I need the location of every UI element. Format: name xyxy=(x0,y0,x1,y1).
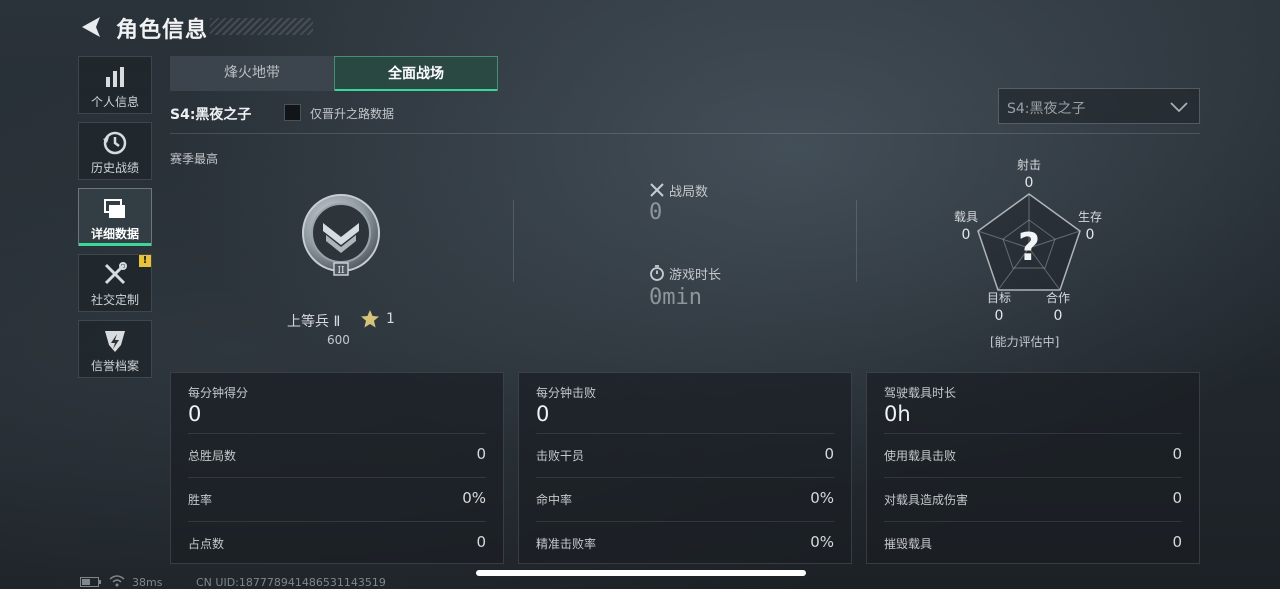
promotion-data-label[interactable]: 仅晋升之路数据 xyxy=(310,105,394,122)
nav-item-credit-record[interactable]: 信誉档案 xyxy=(78,320,152,378)
promotion-data-checkbox[interactable] xyxy=(284,104,301,121)
stat-label: 总胜局数 xyxy=(188,449,237,463)
season-best-label: 赛季最高 xyxy=(170,152,219,166)
stat-row: 精准击败率 0% xyxy=(536,521,834,566)
stat-value: 0 xyxy=(824,445,834,463)
stat-label: 命中率 xyxy=(536,493,573,507)
nav-item-label: 信誉档案 xyxy=(90,359,139,373)
stat-row: 占点数 0 xyxy=(188,521,486,566)
crossed-swords-icon xyxy=(650,183,664,197)
radar-label-shooting: 射击 xyxy=(1016,158,1041,172)
stat-label: 摧毁载具 xyxy=(884,537,933,551)
stat-row: 命中率 0% xyxy=(536,477,834,522)
card-value: 0 xyxy=(188,402,202,426)
star-icon xyxy=(361,310,379,328)
rank-name: 上等兵 Ⅱ xyxy=(287,314,341,330)
stat-row: 胜率 0% xyxy=(188,477,486,522)
stat-card-kills: 每分钟击败 0 击败干员 0 命中率 0% 精准击败率 0% xyxy=(518,372,852,564)
nav-item-detailed-data[interactable]: 详细数据 xyxy=(78,188,152,246)
nav-item-label: 社交定制 xyxy=(90,293,139,307)
stat-row: 对载具造成伤害 0 xyxy=(884,477,1182,522)
battery-icon xyxy=(80,577,101,587)
vertical-divider xyxy=(856,200,857,282)
stat-label: 击败干员 xyxy=(536,449,585,463)
credit-shield-icon xyxy=(105,331,125,352)
ping-text: 38ms xyxy=(132,576,163,589)
rank-medal-icon: II xyxy=(302,194,380,276)
tab-hazard-zone[interactable]: 烽火地带 xyxy=(170,56,334,91)
nav-item-social-customize[interactable]: 社交定制 ! xyxy=(78,254,152,312)
stat-value: 0 xyxy=(1172,489,1182,507)
stat-value: 0% xyxy=(462,489,486,507)
stat-row: 总胜局数 0 xyxy=(188,433,486,478)
rank-points: 600 xyxy=(327,333,350,347)
stat-row: 使用载具击败 0 xyxy=(884,433,1182,478)
season-dropdown[interactable]: S4:黑夜之子 xyxy=(998,88,1200,124)
stat-label: 使用载具击败 xyxy=(884,449,957,463)
stat-value: 0 xyxy=(1172,445,1182,463)
nav-item-label: 历史战绩 xyxy=(90,161,139,175)
home-indicator[interactable] xyxy=(476,570,806,576)
stat-value: 0 xyxy=(476,445,486,463)
nav-item-history[interactable]: 历史战绩 xyxy=(78,122,152,180)
history-clock-icon xyxy=(103,131,127,155)
nav-item-personal-info[interactable]: 个人信息 xyxy=(78,56,152,114)
radar-center-mark: ? xyxy=(1018,225,1040,269)
ability-radar-chart: ? xyxy=(977,193,1081,291)
stat-label: 占点数 xyxy=(188,537,225,551)
nav-item-label: 详细数据 xyxy=(90,227,139,241)
playtime-value: 0min xyxy=(649,285,702,310)
stat-label: 胜率 xyxy=(188,493,213,507)
radar-value-teamwork: 0 xyxy=(1053,308,1063,324)
tab-full-battlefield[interactable]: 全面战场 xyxy=(334,56,498,91)
stat-value: 0% xyxy=(810,533,834,551)
matches-label: 战局数 xyxy=(669,185,709,200)
season-name: S4:黑夜之子 xyxy=(170,107,252,123)
stat-value: 0% xyxy=(810,489,834,507)
stat-label: 对载具造成伤害 xyxy=(884,493,969,507)
card-title: 每分钟得分 xyxy=(188,386,249,400)
page-title: 角色信息 xyxy=(116,18,209,43)
stat-label: 精准击败率 xyxy=(536,537,597,551)
folder-icon xyxy=(104,199,125,218)
stat-row: 摧毁载具 0 xyxy=(884,521,1182,566)
chevron-down-icon xyxy=(1170,102,1188,113)
vertical-divider xyxy=(513,200,514,282)
nav-item-label: 个人信息 xyxy=(90,95,139,109)
matches-value: 0 xyxy=(649,200,663,225)
stat-card-vehicle: 驾驶载具时长 0h 使用载具击败 0 对载具造成伤害 0 摧毁载具 0 xyxy=(866,372,1200,564)
radar-value-shooting: 0 xyxy=(1024,175,1034,191)
wrench-screwdriver-icon xyxy=(104,262,127,285)
card-value: 0 xyxy=(536,402,550,426)
radar-value-objective: 0 xyxy=(994,308,1004,324)
wifi-icon xyxy=(109,575,125,587)
stopwatch-icon xyxy=(650,265,664,281)
section-divider xyxy=(170,133,1200,134)
uid-text: CN UID:187778941486531143519 xyxy=(196,576,386,589)
bar-chart-icon xyxy=(106,67,124,87)
svg-text:II: II xyxy=(337,266,345,276)
stat-card-score: 每分钟得分 0 总胜局数 0 胜率 0% 占点数 0 xyxy=(170,372,504,564)
stat-value: 0 xyxy=(476,533,486,551)
rank-star-count: 1 xyxy=(386,311,395,327)
card-title: 驾驶载具时长 xyxy=(884,386,957,400)
card-value: 0h xyxy=(884,402,911,426)
stat-row: 击败干员 0 xyxy=(536,433,834,478)
back-arrow-icon[interactable] xyxy=(78,14,104,40)
ability-status: [能力评估中] xyxy=(990,335,1060,349)
notification-badge: ! xyxy=(139,255,151,267)
stat-value: 0 xyxy=(1172,533,1182,551)
card-title: 每分钟击败 xyxy=(536,386,597,400)
playtime-label: 游戏时长 xyxy=(669,268,722,283)
title-decoration xyxy=(210,18,313,35)
season-dropdown-value: S4:黑夜之子 xyxy=(1007,101,1086,117)
